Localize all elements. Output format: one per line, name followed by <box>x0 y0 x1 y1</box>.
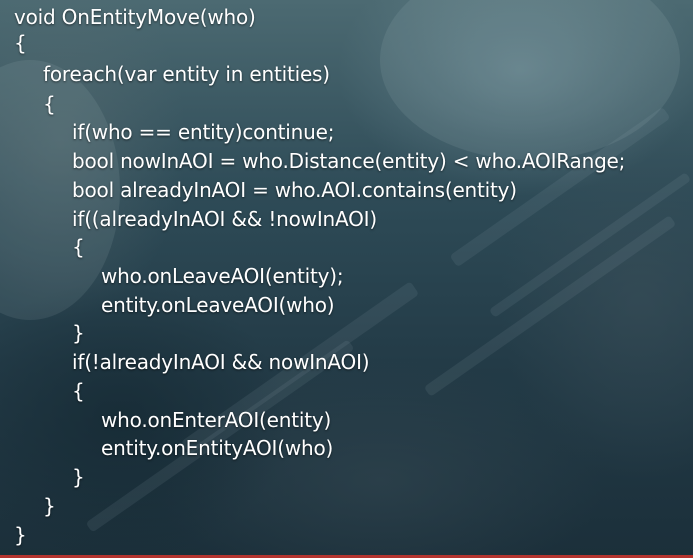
code-line-open-brace: { <box>72 379 85 403</box>
code-line-entity-leave: entity.onLeaveAOI(who) <box>101 293 335 317</box>
code-line-close-brace: } <box>72 465 85 489</box>
code-line-already-in-aoi: bool alreadyInAOI = who.AOI.contains(ent… <box>72 178 517 202</box>
code-line-function-signature: void OnEntityMove(who) <box>14 5 256 29</box>
background-streak <box>488 172 692 318</box>
code-line-open-brace: { <box>72 235 85 259</box>
code-line-enter-condition: if(!alreadyInAOI && nowInAOI) <box>72 350 370 374</box>
code-line-foreach: foreach(var entity in entities) <box>43 62 330 86</box>
code-line-who-enter: who.onEnterAOI(entity) <box>101 408 332 432</box>
code-line-who-leave: who.onLeaveAOI(entity); <box>101 264 344 288</box>
code-line-close-brace: } <box>72 321 85 345</box>
code-line-open-brace: { <box>43 92 56 116</box>
background-streak <box>423 215 677 397</box>
code-line-entity-enter: entity.onEntityAOI(who) <box>101 436 334 460</box>
code-line-open-brace: { <box>14 31 27 55</box>
code-line-leave-condition: if((alreadyInAOI && !nowInAOI) <box>72 207 377 231</box>
code-line-now-in-aoi: bool nowInAOI = who.Distance(entity) < w… <box>72 149 626 173</box>
code-line-close-brace: } <box>14 523 27 547</box>
slide-background: void OnEntityMove(who) { foreach(var ent… <box>0 0 693 558</box>
code-line-close-brace: } <box>43 494 56 518</box>
code-line-continue-check: if(who == entity)continue; <box>72 120 335 144</box>
